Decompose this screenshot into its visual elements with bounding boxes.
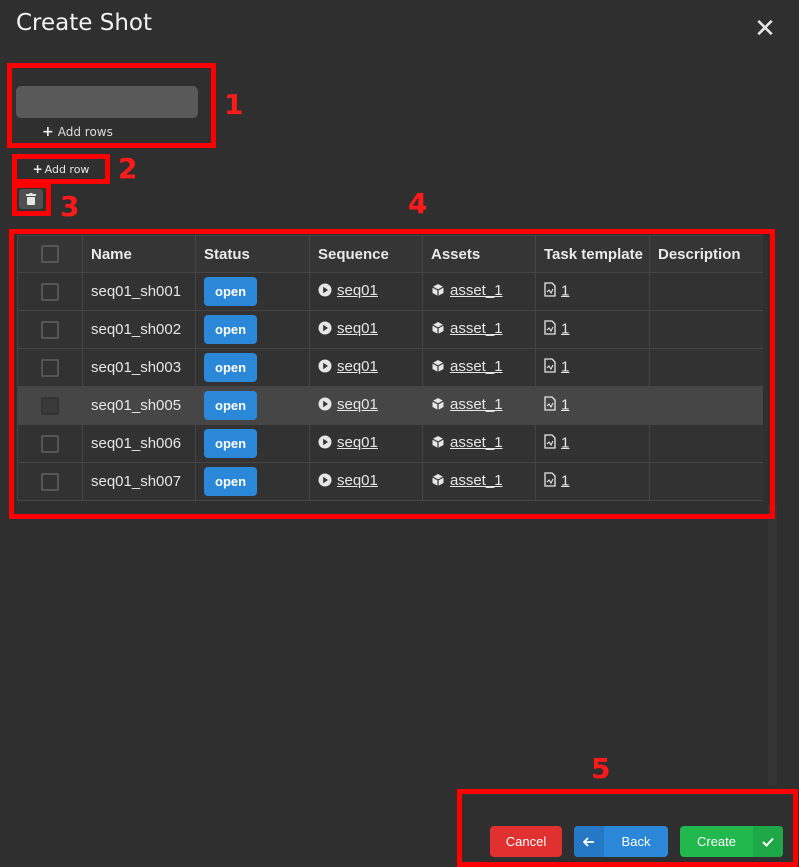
scrollbar-track[interactable] [768, 505, 777, 785]
close-icon[interactable]: ✕ [754, 16, 776, 42]
annotation-box-3 [12, 183, 51, 216]
annotation-box-4 [9, 229, 775, 519]
annotation-label-2: 2 [118, 152, 138, 185]
annotation-box-2 [12, 154, 110, 184]
annotation-label-4: 4 [408, 187, 428, 220]
annotation-label-3: 3 [60, 190, 80, 223]
annotation-label-1: 1 [224, 88, 244, 121]
annotation-label-5: 5 [591, 752, 611, 785]
annotation-box-5 [457, 789, 798, 867]
dialog-title: Create Shot [16, 10, 153, 36]
annotation-box-1 [7, 63, 216, 148]
